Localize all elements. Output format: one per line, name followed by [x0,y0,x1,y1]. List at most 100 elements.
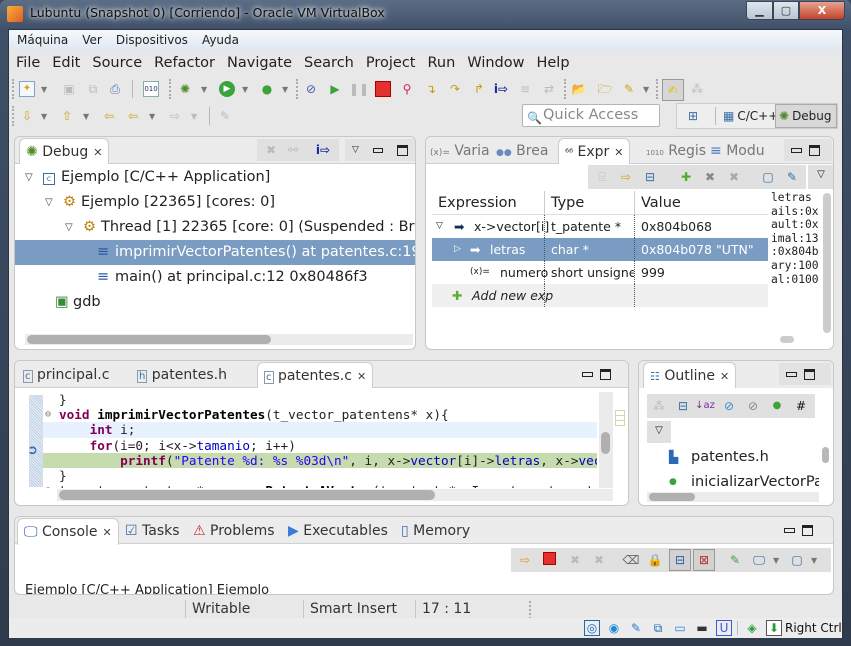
tab-console[interactable]: 🖵 Console ✕ [17,518,119,545]
debug-dropdown[interactable]: ▼ [201,85,207,94]
close-tab-icon[interactable]: ✕ [93,146,102,159]
menu-project[interactable]: Project [366,55,416,71]
console-output[interactable]: Ejemplo [C/C++ Application] Ejemplo [25,583,269,594]
tab-modules[interactable]: ≡ Modu [710,138,765,164]
expand-toggle-icon[interactable]: ▽ [45,190,53,215]
menu-dispositivos[interactable]: Dispositivos [116,33,188,47]
tab-debug[interactable]: ✺ Debug ✕ [19,138,110,164]
menu-edit[interactable]: Edit [52,55,80,71]
new-dropdown[interactable]: ▼ [41,85,47,94]
menu-run[interactable]: Run [428,55,456,71]
debug-tree-item[interactable]: ▽ ⚙ Thread [1] 22365 [core: 0] (Suspended … [15,215,415,240]
toggle-icon[interactable]: ⁂ [689,81,705,97]
menu-refactor[interactable]: Refactor [154,55,215,71]
debug-launch-icon[interactable]: ✺ [177,81,193,97]
previous-annotation-dropdown[interactable]: ▼ [83,112,89,121]
menu-search[interactable]: Search [304,55,354,71]
next-annotation-dropdown[interactable]: ▼ [41,112,47,121]
instruction-stepping-icon[interactable]: i⇨ [493,81,509,97]
terminate-icon[interactable] [375,81,391,97]
next-annotation-icon[interactable]: ⇩ [19,108,35,124]
remove-all-terminated-icon[interactable]: ✖ [591,552,607,568]
vertical-scrollbar[interactable] [822,447,829,463]
code-line[interactable]: } [43,392,597,407]
breakpoint-ruler[interactable] [29,395,43,487]
scroll-lock-icon[interactable]: 🔒 [647,552,663,568]
code-line[interactable]: ⊖t_vector_patentens* agregarPatenteAVect… [43,483,597,488]
column-header-type[interactable]: Type [544,191,634,215]
add-expression-icon[interactable]: ✚ [678,169,694,185]
overview-ruler-marker[interactable] [615,410,625,426]
tab-tasks[interactable]: ☑ Tasks [125,518,180,544]
menu-ver[interactable]: Ver [82,33,102,47]
tab-registers[interactable]: 1010 Regis [646,138,706,164]
host-key-icon[interactable]: ⬇ [766,620,782,636]
remove-launch-icon[interactable]: ✖ [567,552,583,568]
remove-terminated-icon[interactable]: ✖ [263,142,279,158]
tab-patentes-c[interactable]: c patentes.c ✕ [257,362,374,388]
open-element-icon[interactable]: 🗁 [597,81,613,97]
open-console-icon[interactable]: ▢ [789,552,805,568]
open-console-dropdown[interactable]: ▼ [811,556,817,565]
resume-icon[interactable]: ▶ [327,81,343,97]
minimize-view-icon[interactable] [791,147,802,153]
debug-tree-item[interactable]: ≡ main() at principal.c:12 0x80486f3 [15,265,415,290]
perspective-debug[interactable]: ✺ Debug [775,104,837,128]
expand-toggle-icon[interactable]: ▽ [25,165,33,190]
open-type-icon[interactable]: 📂 [571,81,587,97]
maximize-editor-icon[interactable] [600,368,611,380]
close-tab-icon[interactable]: ✕ [103,526,112,539]
remove-all-icon[interactable]: ✖ [726,169,742,185]
network-icon[interactable]: ⧉ [650,620,666,636]
terminal-input-icon[interactable]: ⇨ [517,552,533,568]
external-tools-icon[interactable]: ● [259,81,275,97]
scrollbar-thumb[interactable] [59,490,435,500]
run-dropdown[interactable]: ▼ [242,85,248,94]
external-tools-dropdown[interactable]: ▼ [282,85,288,94]
tab-executables[interactable]: ▶ Executables [288,518,388,544]
new-icon[interactable]: ▢ [760,169,776,185]
print-icon[interactable]: ⎙ [107,81,123,97]
skip-breakpoints-icon[interactable]: ⊘ [303,81,319,97]
code-line[interactable]: printf("Patente %d: %s %03d\n", i, x->ve… [43,452,597,468]
menu-maquina[interactable]: Máquina [17,33,68,47]
tab-patentes-h[interactable]: h patentes.h [137,362,227,388]
show-type-names-icon[interactable]: ⌸ [594,169,610,185]
step-return-icon[interactable]: ↱ [471,81,487,97]
optical-drive-icon[interactable]: ◉ [606,620,622,636]
horizontal-scrollbar[interactable] [647,492,819,502]
debug-tree-item[interactable]: ▣ gdb [15,290,415,315]
search-dropdown[interactable]: ▼ [643,85,649,94]
usb-icon[interactable]: ✎ [628,620,644,636]
menu-source[interactable]: Source [92,55,142,71]
horizontal-scrollbar[interactable] [57,489,613,501]
view-menu-icon[interactable]: ▽ [647,421,671,443]
column-header-expression[interactable]: Expression [432,191,544,215]
tab-breakpoints[interactable]: ●● Brea [496,138,548,164]
maximize-view-icon[interactable] [397,144,408,156]
run-icon[interactable]: ▶ [219,81,235,97]
tab-principal-c[interactable]: c principal.c [23,362,109,388]
clear-console-icon[interactable]: ⌫ [623,552,640,568]
close-button[interactable]: X [799,1,845,20]
view-menu-icon[interactable]: ▽ [352,145,359,155]
save-all-icon[interactable]: ⧉ [85,81,101,97]
connect-icon[interactable]: ⚯ [285,142,301,158]
maximize-button[interactable]: ▢ [773,1,799,20]
tab-variables[interactable]: (x)= Varia [430,138,490,164]
mouse-integration-icon[interactable]: ◈ [744,620,760,636]
disconnect-icon[interactable]: ⚲ [399,81,415,97]
debug-tree-item[interactable]: ▽ c Ejemplo [C/C++ Application] [15,165,415,190]
tab-problems[interactable]: ⚠ Problems [193,518,275,544]
save-icon[interactable]: ▣ [61,81,77,97]
scrollbar-thumb[interactable] [649,493,695,501]
menu-ayuda[interactable]: Ayuda [202,33,239,47]
step-over-icon[interactable]: ↷ [447,81,463,97]
remove-expression-icon[interactable]: ✖ [702,169,718,185]
show-console-on-error-icon[interactable]: ⊠ [693,549,715,571]
group-icon[interactable]: ⁂ [651,398,667,414]
horizontal-scrollbar[interactable] [780,336,794,343]
reverse-step-icon[interactable]: ⇄ [541,81,557,97]
terminate-icon[interactable] [543,552,556,565]
show-logical-structure-icon[interactable]: ⇨ [618,169,634,185]
